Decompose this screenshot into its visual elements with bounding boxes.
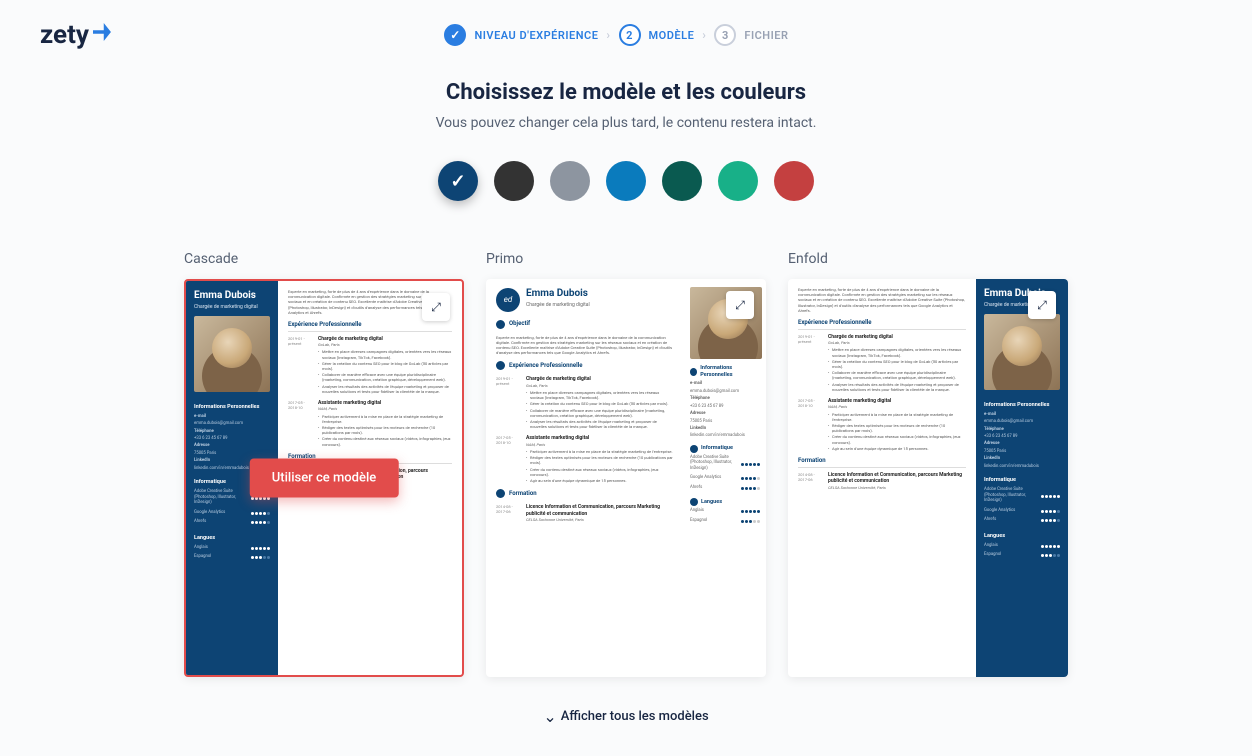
cv-section: Expérience Professionnelle	[798, 319, 966, 330]
cv-section: Langues	[690, 498, 760, 506]
template-name-primo: Primo	[486, 251, 766, 267]
template-name-cascade: Cascade	[184, 251, 464, 267]
color-picker	[0, 161, 1252, 201]
expand-icon[interactable]: ⤢	[726, 291, 754, 319]
page-title: Choisissez le modèle et les couleurs	[0, 80, 1252, 105]
template-card-enfold[interactable]: ⤢ Emma Dubois Chargée de marketing digit…	[788, 279, 1068, 677]
page-subtitle: Vous pouvez changer cela plus tard, le c…	[0, 115, 1252, 131]
color-swatch-3[interactable]	[606, 161, 646, 201]
template-card-primo[interactable]: ⤢ ed Emma Dubois Chargée de marketing di…	[486, 279, 766, 677]
template-name-enfold: Enfold	[788, 251, 1068, 267]
logo[interactable]: zety	[40, 20, 111, 50]
cv-section: Formation	[496, 489, 674, 500]
color-swatch-2[interactable]	[550, 161, 590, 201]
cv-section: Langues	[194, 535, 270, 542]
color-swatch-0[interactable]	[438, 161, 478, 201]
cv-section: Expérience Professionnelle	[496, 361, 674, 372]
cv-section: Informatique	[984, 477, 1060, 484]
template-card-cascade[interactable]: ⤢ Utiliser ce modèle Emma Dubois Chargée…	[184, 279, 464, 677]
cv-section: Expérience Professionnelle	[288, 321, 452, 332]
step-template[interactable]: 2 MODÈLE	[619, 24, 695, 46]
logo-icon	[93, 23, 111, 41]
cv-section: Informations Personnelles	[690, 365, 760, 379]
cv-section: Formation	[798, 457, 966, 468]
step-number: 3	[714, 24, 736, 46]
logo-text: zety	[40, 20, 89, 50]
step-number: 2	[619, 24, 641, 46]
color-swatch-4[interactable]	[662, 161, 702, 201]
breadcrumb: NIVEAU D'EXPÉRIENCE › 2 MODÈLE › 3 FICHI…	[444, 24, 788, 46]
cv-role: Chargée de marketing digital	[526, 302, 590, 309]
check-icon	[444, 24, 466, 46]
chevron-right-icon: ›	[606, 28, 610, 42]
cv-section: Informatique	[690, 445, 760, 453]
cv-section: Objectif	[496, 320, 674, 331]
avatar	[194, 316, 270, 392]
step-label: MODÈLE	[649, 29, 695, 42]
cv-section: Informations Personnelles	[194, 404, 270, 411]
cv-role: Chargée de marketing digital	[194, 304, 270, 311]
step-experience[interactable]: NIVEAU D'EXPÉRIENCE	[444, 24, 598, 46]
use-template-button[interactable]: Utiliser ce modèle	[250, 459, 399, 498]
color-swatch-6[interactable]	[774, 161, 814, 201]
cv-section: Informations Personnelles	[984, 402, 1060, 409]
show-all-templates-button[interactable]: Afficher tous les modèles	[0, 707, 1252, 756]
initials-badge: ed	[496, 288, 520, 312]
chevron-right-icon: ›	[702, 28, 706, 42]
step-label: NIVEAU D'EXPÉRIENCE	[474, 29, 598, 42]
expand-icon[interactable]: ⤢	[422, 293, 450, 321]
cv-section: Langues	[984, 533, 1060, 540]
avatar	[984, 314, 1060, 390]
color-swatch-1[interactable]	[494, 161, 534, 201]
color-swatch-5[interactable]	[718, 161, 758, 201]
step-label: FICHIER	[744, 29, 788, 42]
cv-name: Emma Dubois	[526, 287, 590, 300]
step-file[interactable]: 3 FICHIER	[714, 24, 788, 46]
expand-icon[interactable]: ⤢	[1028, 291, 1056, 319]
cv-name: Emma Dubois	[194, 289, 270, 302]
